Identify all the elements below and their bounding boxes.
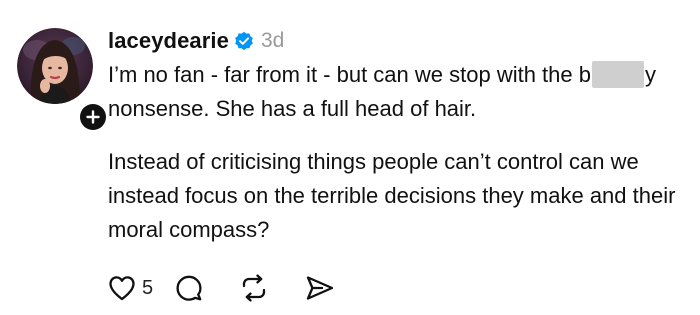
post-timestamp: 3d: [260, 29, 285, 52]
paragraph-1-before-censor: I’m no fan - far from it - but can we st…: [108, 62, 591, 87]
repost-button[interactable]: [239, 274, 269, 302]
heart-icon: [109, 276, 135, 301]
post-paragraph-1: I’m no fan - far from it - but can we st…: [108, 58, 688, 126]
post-paragraph-2: Instead of criticising things people can…: [108, 149, 676, 242]
avatar[interactable]: [17, 28, 93, 104]
username[interactable]: laceydearie: [108, 28, 229, 54]
verified-badge-icon: [234, 31, 254, 51]
censored-word-blur: [591, 61, 644, 88]
like-button[interactable]: 5: [108, 275, 153, 301]
reply-button[interactable]: [175, 274, 203, 302]
thread-post: laceydearie 3d I’m no fan - far from it …: [0, 0, 700, 315]
send-icon: [306, 276, 334, 300]
repost-arrows-icon: [242, 274, 266, 302]
share-button[interactable]: [305, 275, 335, 301]
post-actions: 5: [108, 272, 335, 304]
follow-button-circle: [80, 104, 106, 130]
post-body: I’m no fan - far from it - but can we st…: [108, 58, 688, 247]
like-count: 5: [142, 276, 154, 299]
plus-icon: [86, 110, 100, 124]
post-header: laceydearie 3d: [108, 24, 284, 58]
avatar-container[interactable]: [17, 28, 109, 133]
follow-button[interactable]: [77, 101, 109, 133]
comment-bubble-icon: [176, 275, 202, 301]
